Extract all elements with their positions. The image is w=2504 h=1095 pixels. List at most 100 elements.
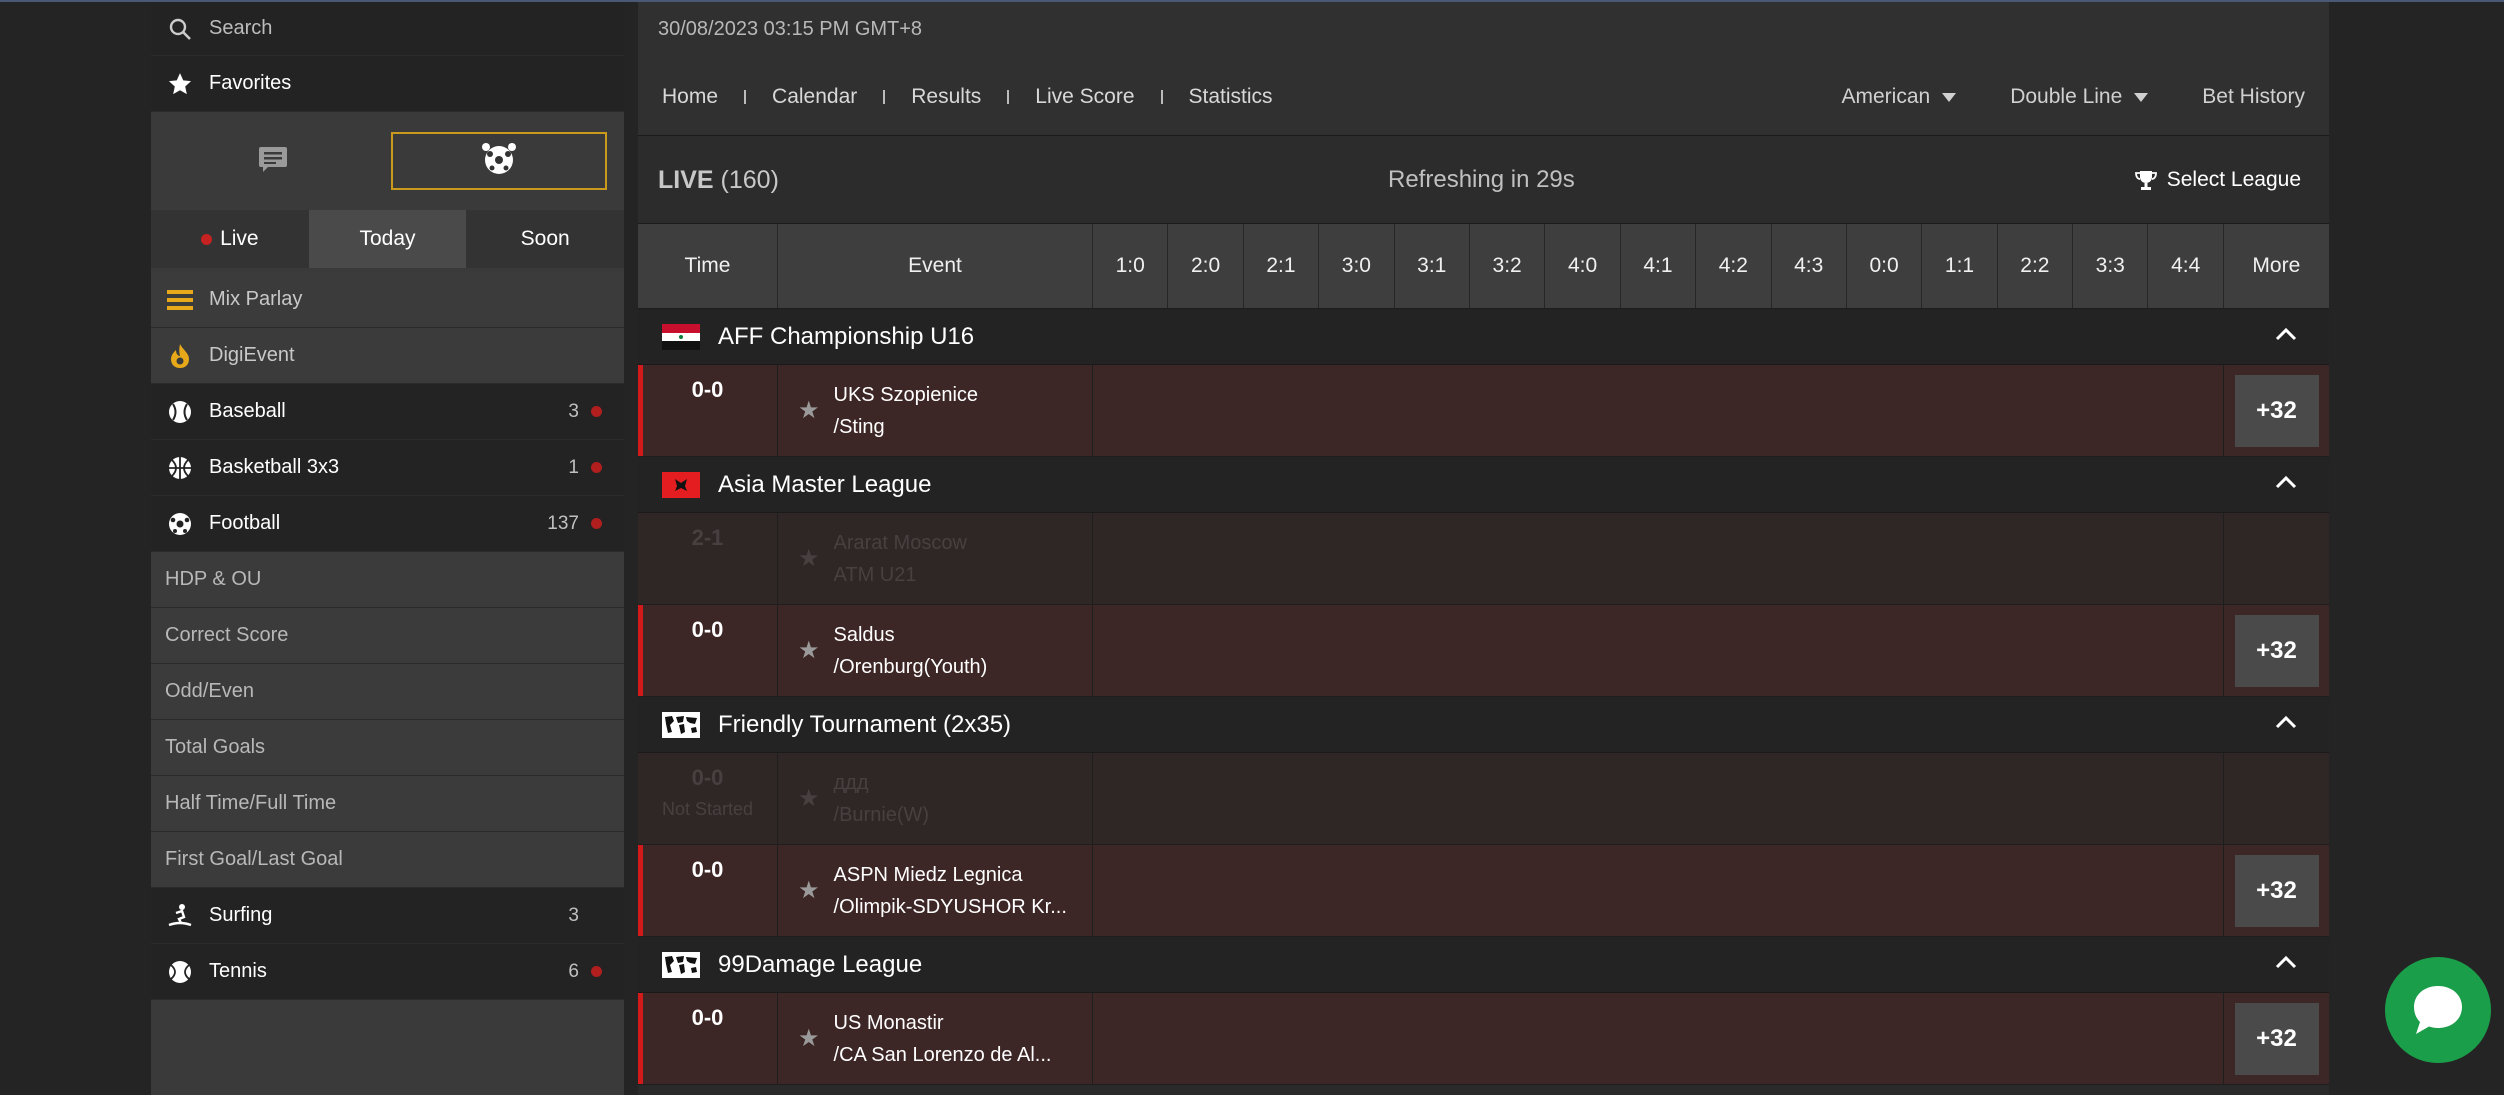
select-league-label: Select League bbox=[2166, 168, 2301, 191]
search-box[interactable]: Search bbox=[151, 2, 624, 56]
live-chat-button[interactable] bbox=[2385, 957, 2491, 1063]
line-mode-dropdown[interactable]: Double Line bbox=[2010, 85, 2149, 109]
col-score: 4:4 bbox=[2148, 224, 2224, 308]
tab-soon[interactable]: Soon bbox=[466, 210, 625, 268]
header-options: American Double Line Bet History bbox=[1842, 85, 2306, 109]
match-row[interactable]: 0-0 Not Started ★ ддд/Burnie(W) bbox=[638, 753, 2329, 845]
top-header: 30/08/2023 03:15 PM GMT+8 Home Calendar … bbox=[638, 2, 2329, 136]
match-row[interactable]: 0-0 ★ Saldus/Orenburg(Youth) +32 bbox=[638, 605, 2329, 697]
sidebar-item-label: Football bbox=[209, 512, 281, 534]
chevron-up-icon[interactable] bbox=[2275, 475, 2297, 489]
col-score: 4:3 bbox=[1772, 224, 1847, 308]
nav-results[interactable]: Results bbox=[911, 85, 981, 109]
live-dot-icon bbox=[591, 406, 602, 417]
more-cell bbox=[2224, 513, 2329, 604]
more-markets-button[interactable]: +32 bbox=[2234, 374, 2319, 447]
sidebar-item-basketball-3x3[interactable]: Basketball 3x3 1 bbox=[151, 440, 624, 496]
refresh-countdown[interactable]: Refreshing in 29s bbox=[1388, 166, 1575, 194]
more-markets-button[interactable]: +32 bbox=[2234, 854, 2319, 927]
sidebar-subitem-odd-even[interactable]: Odd/Even bbox=[151, 664, 624, 720]
nav-live-score[interactable]: Live Score bbox=[1035, 85, 1134, 109]
more-cell: +32 bbox=[2224, 605, 2329, 696]
nav-home[interactable]: Home bbox=[662, 85, 718, 109]
match-row[interactable]: 0-0 ★ ASPN Miedz Legnica/Olimpik-SDYUSHO… bbox=[638, 845, 2329, 937]
match-score: 0-0 Not Started bbox=[638, 753, 778, 844]
match-event: ★ Saldus/Orenburg(Youth) bbox=[778, 605, 1093, 696]
match-row[interactable]: 0-0 ★ US Monastir/CA San Lorenzo de Al..… bbox=[638, 993, 2329, 1085]
search-input[interactable]: Search bbox=[209, 17, 624, 40]
sidebar-item-label: Basketball 3x3 bbox=[209, 456, 340, 478]
sidebar-item-digievent[interactable]: DigiEvent bbox=[151, 328, 624, 384]
sidebar-subitem-half-full-time[interactable]: Half Time/Full Time bbox=[151, 776, 624, 832]
sidebar-item-label: Surfing bbox=[209, 904, 273, 926]
bet-slip-mode-button[interactable] bbox=[165, 132, 381, 190]
sidebar-subitem-first-last-goal[interactable]: First Goal/Last Goal bbox=[151, 832, 624, 888]
match-row[interactable]: 0-0 ★ UKS Szopienice/Sting +32 bbox=[638, 365, 2329, 457]
nav-calendar[interactable]: Calendar bbox=[772, 85, 857, 109]
event-count: 3 bbox=[568, 400, 579, 422]
menu-lines-icon bbox=[167, 287, 193, 313]
favorite-star-icon[interactable]: ★ bbox=[798, 784, 820, 813]
bet-history-link[interactable]: Bet History bbox=[2202, 85, 2305, 109]
favorite-star-icon[interactable]: ★ bbox=[798, 876, 820, 905]
away-team: /Olimpik-SDYUSHOR Kr... bbox=[833, 895, 1067, 918]
nav-statistics[interactable]: Statistics bbox=[1189, 85, 1273, 109]
sidebar-item-mix-parlay[interactable]: Mix Parlay bbox=[151, 272, 624, 328]
col-score: 4:0 bbox=[1545, 224, 1621, 308]
flag-icon bbox=[662, 471, 700, 498]
favorite-star-icon[interactable]: ★ bbox=[798, 636, 820, 665]
odds-cells bbox=[1093, 513, 2224, 604]
select-league-button[interactable]: Select League bbox=[2134, 168, 2301, 192]
chevron-up-icon[interactable] bbox=[2275, 327, 2297, 341]
col-score: 4:1 bbox=[1621, 224, 1697, 308]
league-header[interactable]: AFF Championship U16 bbox=[638, 309, 2329, 365]
more-cell: +32 bbox=[2224, 993, 2329, 1084]
sidebar-subitem-hdp-ou[interactable]: HDP & OU bbox=[151, 552, 624, 608]
more-markets-button[interactable]: +32 bbox=[2234, 614, 2319, 687]
odds-cells bbox=[1093, 993, 2224, 1084]
flame-icon bbox=[167, 343, 193, 369]
tab-today[interactable]: Today bbox=[308, 210, 467, 268]
match-score: 0-0 bbox=[638, 845, 778, 936]
col-score: 2:2 bbox=[1998, 224, 2074, 308]
sports-mode-button[interactable] bbox=[391, 132, 607, 190]
league-header[interactable]: 99Damage League bbox=[638, 937, 2329, 993]
sidebar-item-tennis[interactable]: Tennis 6 bbox=[151, 944, 624, 1000]
sidebar-item-favorites[interactable]: Favorites bbox=[151, 56, 624, 112]
match-row[interactable]: 2-1 ★ Ararat Moscow ATM U21 bbox=[638, 513, 2329, 605]
odds-format-dropdown[interactable]: American bbox=[1842, 85, 1957, 109]
sidebar: Search Favorites Live Today Soon Mix Par… bbox=[151, 2, 625, 1095]
col-event: Event bbox=[778, 224, 1093, 308]
col-score: 1:1 bbox=[1922, 224, 1998, 308]
col-score: 4:2 bbox=[1696, 224, 1772, 308]
sidebar-subitem-correct-score[interactable]: Correct Score bbox=[151, 608, 624, 664]
sidebar-item-football[interactable]: Football 137 bbox=[151, 496, 624, 552]
sidebar-item-surfing[interactable]: Surfing 3 bbox=[151, 888, 624, 944]
league-header[interactable]: Friendly Tournament (2x35) bbox=[638, 697, 2329, 753]
sidebar-item-label: Baseball bbox=[209, 400, 286, 422]
soccer-ball-icon bbox=[480, 142, 518, 181]
chevron-up-icon[interactable] bbox=[2275, 715, 2297, 729]
home-team: ASPN Miedz Legnica bbox=[833, 863, 1023, 886]
flag-icon bbox=[662, 323, 700, 350]
soccer-ball-icon bbox=[167, 511, 193, 537]
sidebar-subitem-total-goals[interactable]: Total Goals bbox=[151, 720, 624, 776]
live-indicator bbox=[638, 993, 643, 1084]
baseball-icon bbox=[167, 399, 193, 425]
tab-live[interactable]: Live bbox=[151, 210, 309, 268]
more-markets-button[interactable]: +32 bbox=[2234, 1002, 2319, 1075]
sidebar-item-baseball[interactable]: Baseball 3 bbox=[151, 384, 624, 440]
col-time: Time bbox=[638, 224, 778, 308]
league-header[interactable]: Asia Master League bbox=[638, 457, 2329, 513]
favorite-star-icon[interactable]: ★ bbox=[798, 544, 820, 573]
home-team: US Monastir bbox=[833, 1011, 944, 1034]
favorite-star-icon[interactable]: ★ bbox=[798, 396, 820, 425]
favorite-star-icon[interactable]: ★ bbox=[798, 1024, 820, 1053]
chevron-up-icon[interactable] bbox=[2275, 955, 2297, 969]
caret-down-icon bbox=[2134, 92, 2149, 102]
away-team: /Sting bbox=[833, 415, 885, 438]
match-event: ★ ддд/Burnie(W) bbox=[778, 753, 1093, 844]
caret-down-icon bbox=[1942, 92, 1957, 102]
time-filter-tabs: Live Today Soon bbox=[151, 210, 625, 268]
